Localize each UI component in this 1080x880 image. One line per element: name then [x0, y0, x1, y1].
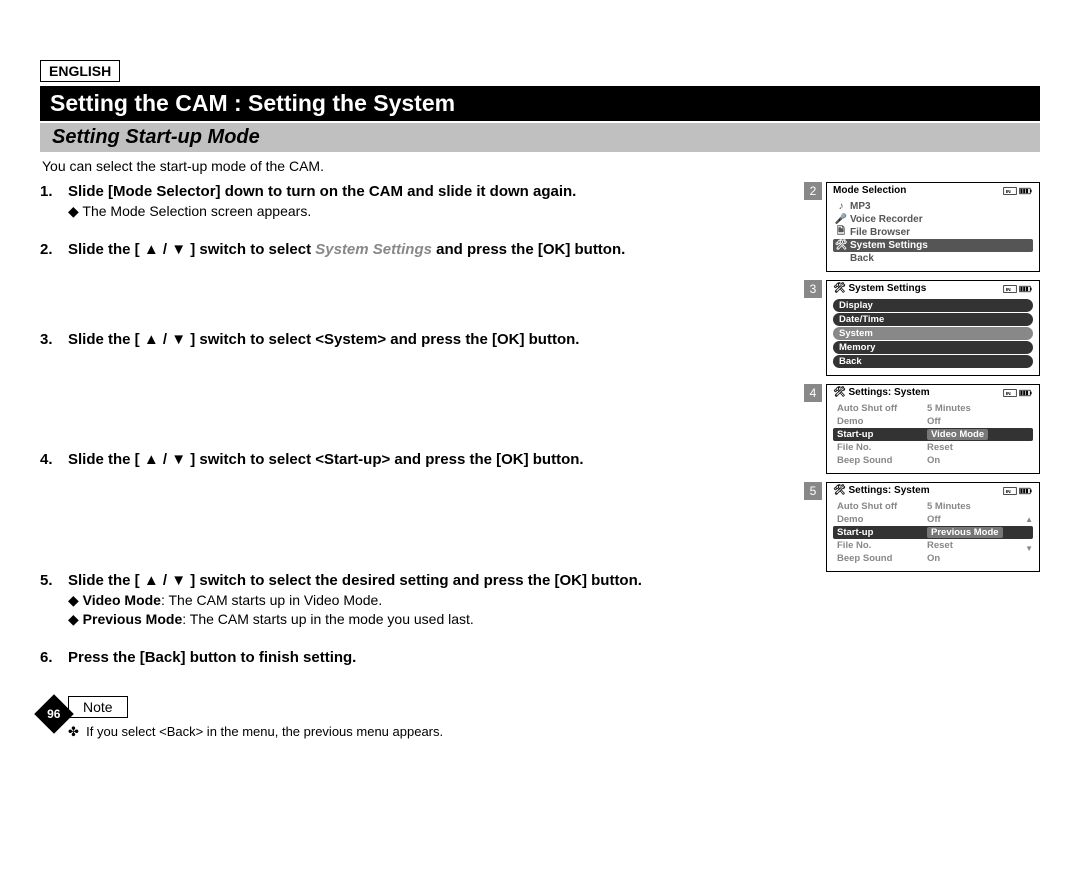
step-sub: ◆ Previous Mode: The CAM starts up in th…	[68, 610, 792, 630]
battery-icon	[1019, 186, 1033, 196]
screen-title: Mode Selection	[833, 185, 906, 196]
screens-column: 2 Mode Selection IN ♪MP3 🎤Voice Recorder…	[804, 182, 1040, 580]
battery-icon	[1019, 486, 1033, 496]
step-number: 2.	[40, 240, 58, 260]
step-number: 1.	[40, 182, 58, 202]
battery-icon	[1019, 388, 1033, 398]
menu-item-system: System	[833, 327, 1033, 340]
step-sub: ◆ Video Mode: The CAM starts up in Video…	[68, 591, 792, 611]
menu-item-voice: 🎤Voice Recorder	[833, 213, 1033, 226]
menu-item-display: Display	[833, 299, 1033, 312]
row-autoshutoff: Auto Shut off5 Minutes	[833, 402, 1033, 415]
step-text: Slide [Mode Selector] down to turn on th…	[68, 182, 576, 202]
step-number: 3.	[40, 330, 58, 350]
step-text: Slide the [ ▲ / ▼ ] switch to select <Sy…	[68, 330, 579, 350]
page-title: Setting the CAM : Setting the System	[40, 86, 1040, 121]
screen-step-badge: 3	[804, 280, 822, 298]
step-number: 4.	[40, 450, 58, 470]
row-beepsound: Beep SoundOn	[833, 454, 1033, 467]
screen-step-badge: 5	[804, 482, 822, 500]
scroll-down-icon: ▼	[1025, 544, 1033, 553]
svg-text:IN: IN	[1006, 391, 1011, 397]
menu-item-mp3: ♪MP3	[833, 200, 1033, 213]
card-icon: IN	[1003, 486, 1017, 496]
section-heading: Setting Start-up Mode	[40, 123, 1040, 152]
step-number: 6.	[40, 648, 58, 668]
screen-title: 🛠 Settings: System	[833, 387, 930, 398]
step-text: Slide the [ ▲ / ▼ ] switch to select the…	[68, 571, 642, 591]
card-icon: IN	[1003, 284, 1017, 294]
card-icon: IN	[1003, 388, 1017, 398]
row-beepsound: Beep SoundOn	[833, 552, 1033, 565]
row-startup: Start-upPrevious Mode	[833, 526, 1033, 539]
screen-system-settings: 🛠 System Settings IN Display Date/Time S…	[826, 280, 1040, 376]
battery-icon	[1019, 284, 1033, 294]
screen-title: 🛠 System Settings	[833, 283, 926, 294]
screen-step-badge: 4	[804, 384, 822, 402]
step-text: Slide the [ ▲ / ▼ ] switch to select Sys…	[68, 240, 625, 260]
step-number: 5.	[40, 571, 58, 591]
note-text: ✤ If you select <Back> in the menu, the …	[68, 724, 792, 740]
menu-item-back: Back	[833, 252, 1033, 265]
language-label: ENGLISH	[40, 60, 120, 82]
step-text: Press the [Back] button to finish settin…	[68, 648, 356, 668]
svg-text:IN: IN	[1006, 489, 1011, 495]
svg-text:IN: IN	[1006, 189, 1011, 195]
menu-item-filebrowser: 🗎File Browser	[833, 226, 1033, 239]
svg-text:IN: IN	[1006, 287, 1011, 293]
menu-item-memory: Memory	[833, 341, 1033, 354]
row-startup: Start-upVideo Mode	[833, 428, 1033, 441]
screen-settings-system-4: 🛠 Settings: System IN Auto Shut off5 Min…	[826, 384, 1040, 474]
screen-title: 🛠 Settings: System	[833, 485, 930, 496]
intro-text: You can select the start-up mode of the …	[42, 158, 1040, 174]
steps-list: 1. Slide [Mode Selector] down to turn on…	[40, 182, 792, 740]
menu-item-back: Back	[833, 355, 1033, 368]
row-demo: DemoOff	[833, 513, 1033, 526]
row-demo: DemoOff	[833, 415, 1033, 428]
screen-step-badge: 2	[804, 182, 822, 200]
step-sub: ◆ The Mode Selection screen appears.	[68, 202, 792, 222]
screen-settings-system-5: 🛠 Settings: System IN Auto Shut off5 Min…	[826, 482, 1040, 572]
menu-item-datetime: Date/Time	[833, 313, 1033, 326]
row-autoshutoff: Auto Shut off5 Minutes	[833, 500, 1033, 513]
row-fileno: File No.Reset	[833, 441, 1033, 454]
menu-item-system-settings: 🛠System Settings	[833, 239, 1033, 252]
row-fileno: File No.Reset	[833, 539, 1033, 552]
card-icon: IN	[1003, 186, 1017, 196]
note-label: Note	[68, 696, 128, 718]
step-text: Slide the [ ▲ / ▼ ] switch to select <St…	[68, 450, 584, 470]
scroll-up-icon: ▲	[1025, 515, 1033, 524]
screen-mode-selection: Mode Selection IN ♪MP3 🎤Voice Recorder 🗎…	[826, 182, 1040, 272]
